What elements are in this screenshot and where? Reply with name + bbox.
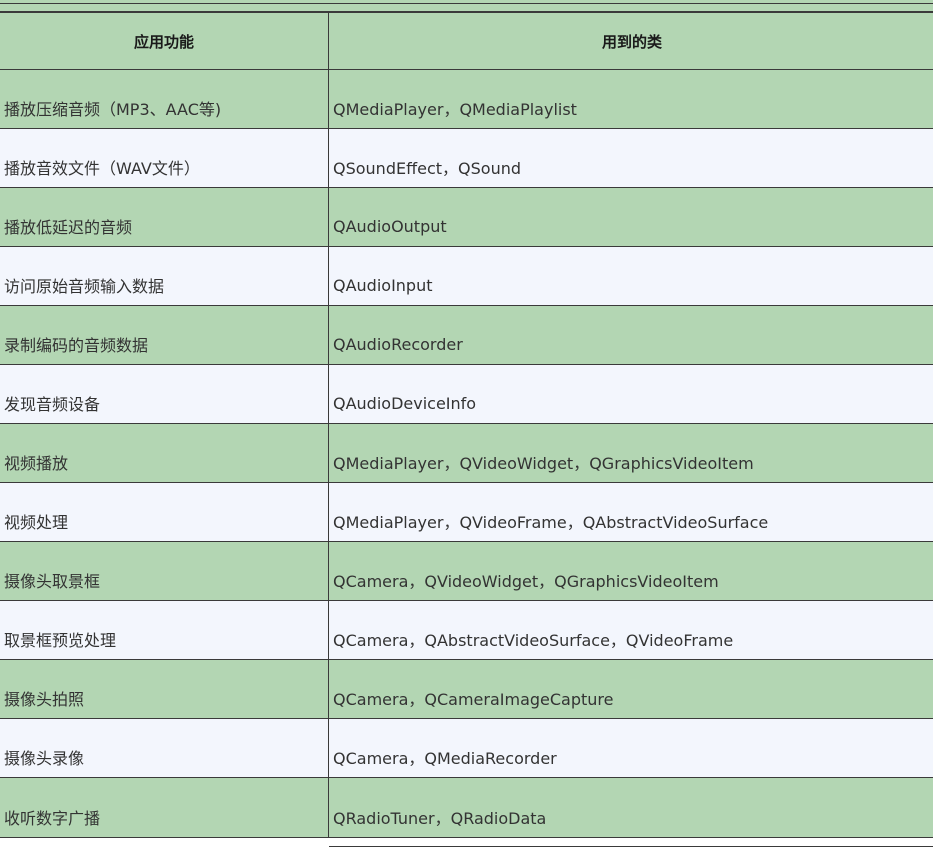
function-cell: 取景框预览处理 [0,600,329,660]
function-cell: 播放音效文件（WAV文件） [0,128,329,188]
table-row: 摄像头取景框 QCamera，QVideoWidget，QGraphicsVid… [0,541,933,601]
classes-cell: QMediaPlayer，QVideoWidget，QGraphicsVideo… [328,423,933,483]
table-row: 取景框预览处理 QCamera，QAbstractVideoSurface，QV… [0,600,933,660]
function-cell: 播放压缩音频（MP3、AAC等) [0,69,329,129]
media-classes-table: 应用功能 用到的类 播放压缩音频（MP3、AAC等) QMediaPlayer，… [0,12,933,838]
function-cell: 播放低延迟的音频 [0,187,329,247]
header-classes: 用到的类 [328,12,933,70]
table-row: 视频播放 QMediaPlayer，QVideoWidget，QGraphics… [0,423,933,483]
function-cell: 访问原始音频输入数据 [0,246,329,306]
bottom-rule [329,846,933,847]
function-cell: 视频播放 [0,423,329,483]
classes-cell: QAudioInput [328,246,933,306]
table-row: 播放音效文件（WAV文件） QSoundEffect，QSound [0,128,933,188]
classes-cell: QAudioDeviceInfo [328,364,933,424]
header-function: 应用功能 [0,12,329,70]
table-row: 访问原始音频输入数据 QAudioInput [0,246,933,306]
table-row: 播放低延迟的音频 QAudioOutput [0,187,933,247]
top-strip [0,0,933,12]
classes-cell: QCamera，QCameraImageCapture [328,659,933,719]
classes-cell: QCamera，QVideoWidget，QGraphicsVideoItem [328,541,933,601]
top-strip-rule [0,3,933,4]
table-row: 摄像头录像 QCamera，QMediaRecorder [0,718,933,778]
table-row: 收听数字广播 QRadioTuner，QRadioData [0,777,933,838]
classes-cell: QAudioOutput [328,187,933,247]
table-row: 摄像头拍照 QCamera，QCameraImageCapture [0,659,933,719]
function-cell: 摄像头取景框 [0,541,329,601]
document-page: 应用功能 用到的类 播放压缩音频（MP3、AAC等) QMediaPlayer，… [0,0,933,856]
table-header-row: 应用功能 用到的类 [0,12,933,70]
classes-cell: QCamera，QAbstractVideoSurface，QVideoFram… [328,600,933,660]
classes-cell: QRadioTuner，QRadioData [328,777,933,838]
table-row: 录制编码的音频数据 QAudioRecorder [0,305,933,365]
function-cell: 收听数字广播 [0,777,329,838]
classes-cell: QCamera，QMediaRecorder [328,718,933,778]
classes-cell: QMediaPlayer，QVideoFrame，QAbstractVideoS… [328,482,933,542]
classes-cell: QMediaPlayer，QMediaPlaylist [328,69,933,129]
classes-cell: QAudioRecorder [328,305,933,365]
function-cell: 摄像头录像 [0,718,329,778]
function-cell: 发现音频设备 [0,364,329,424]
table-row: 播放压缩音频（MP3、AAC等) QMediaPlayer，QMediaPlay… [0,69,933,129]
classes-cell: QSoundEffect，QSound [328,128,933,188]
function-cell: 摄像头拍照 [0,659,329,719]
table-row: 视频处理 QMediaPlayer，QVideoFrame，QAbstractV… [0,482,933,542]
function-cell: 录制编码的音频数据 [0,305,329,365]
table-row: 发现音频设备 QAudioDeviceInfo [0,364,933,424]
function-cell: 视频处理 [0,482,329,542]
